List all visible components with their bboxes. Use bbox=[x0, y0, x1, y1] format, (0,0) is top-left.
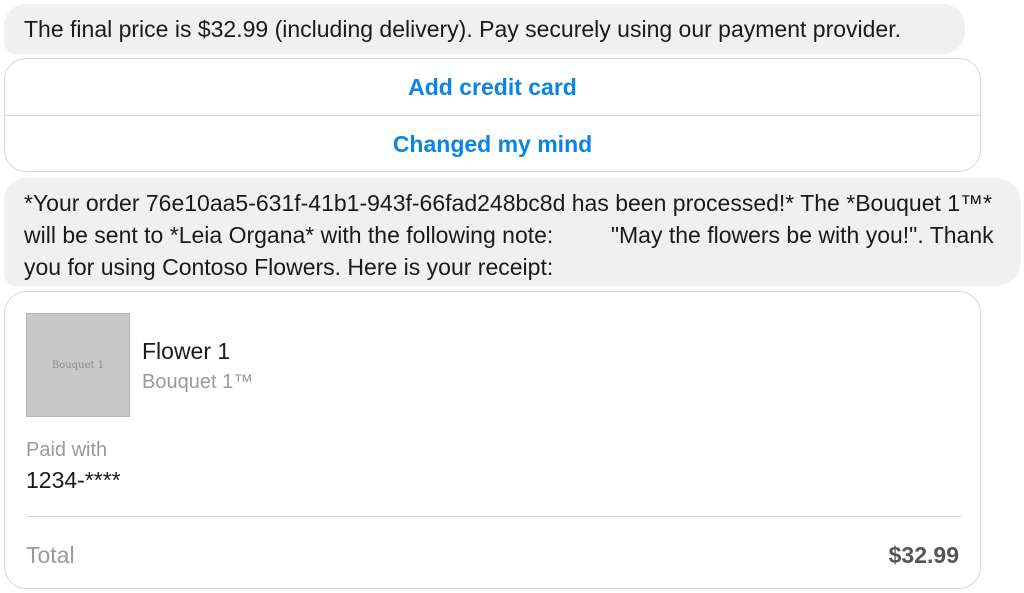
item-title: Flower 1 bbox=[142, 338, 231, 364]
chat-transcript: The final price is $32.99 (including del… bbox=[0, 0, 1024, 593]
item-image-caption: Bouquet 1 bbox=[51, 359, 105, 371]
item-image: Bouquet 1 bbox=[26, 313, 130, 417]
total-value: $32.99 bbox=[888, 542, 959, 568]
receipt-card: Bouquet 1 Flower 1 Bouquet 1™ Paid with … bbox=[4, 291, 981, 589]
receipt-divider bbox=[26, 516, 961, 517]
total-label: Total bbox=[26, 542, 75, 568]
order-message-text: *Your order 76e10aa5-631f-41b1-943f-66fa… bbox=[24, 190, 1001, 280]
bot-message-price: The final price is $32.99 (including del… bbox=[4, 4, 965, 54]
paid-with-label: Paid with bbox=[26, 439, 108, 461]
changed-my-mind-button[interactable]: Changed my mind bbox=[5, 115, 980, 171]
bot-message-order: *Your order 76e10aa5-631f-41b1-943f-66fa… bbox=[4, 178, 1021, 286]
paid-with-value: 1234-**** bbox=[26, 467, 121, 493]
add-credit-card-button[interactable]: Add credit card bbox=[5, 59, 980, 115]
payment-actions-card: Add credit card Changed my mind bbox=[4, 58, 981, 172]
item-subtitle: Bouquet 1™ bbox=[142, 371, 254, 393]
price-message-text: The final price is $32.99 (including del… bbox=[24, 16, 901, 42]
